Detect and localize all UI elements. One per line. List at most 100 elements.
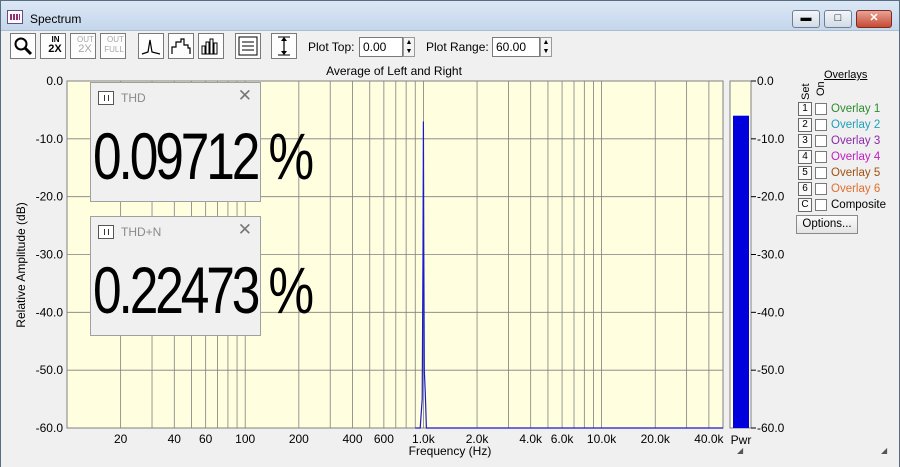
- overlay-row: C Composite: [796, 198, 900, 214]
- zoom-button[interactable]: [10, 33, 36, 59]
- panel-icon: [238, 36, 258, 56]
- overlay-label: Overlay 5: [831, 167, 881, 179]
- overlay-on-checkbox[interactable]: [815, 183, 827, 195]
- bar-plot-icon: [201, 38, 218, 55]
- overlay-on-checkbox[interactable]: [815, 135, 827, 147]
- plot-top-spinner[interactable]: ▲ ▼: [403, 37, 415, 57]
- x-tick-label: 20.0k: [641, 432, 671, 446]
- close-icon[interactable]: ✕: [238, 220, 252, 240]
- overlay-label: Overlay 2: [831, 119, 881, 131]
- meter-tick-label: -20.0: [757, 190, 785, 204]
- readout-value: 0.22473 %: [93, 253, 314, 327]
- power-meter-label: Pwr: [731, 433, 752, 447]
- step-plot-button[interactable]: [168, 33, 194, 59]
- title-bar[interactable]: Spectrum ▬ □ ✕: [1, 1, 899, 31]
- meter-tick-label: -30.0: [757, 248, 785, 262]
- zoom-out-2x-button[interactable]: OUT 2X: [70, 33, 96, 59]
- x-tick-label: 60: [199, 432, 213, 446]
- overlay-label: Overlay 3: [831, 135, 881, 147]
- power-meter-bar: [733, 115, 749, 428]
- thd-readout[interactable]: THD ✕ 0.09712 %: [90, 82, 314, 202]
- overlay-set-button[interactable]: 3: [798, 134, 812, 148]
- zoom-out-bottom: 2X: [78, 43, 92, 55]
- maximize-button[interactable]: □: [824, 10, 852, 28]
- overlay-row: 6 Overlay 6: [796, 182, 900, 198]
- overlay-row: 4 Overlay 4: [796, 150, 900, 166]
- overlay-set-button[interactable]: 1: [798, 102, 812, 116]
- y-axis-label: Relative Amplitude (dB): [14, 202, 28, 327]
- meter-tick-label: 0.0: [757, 74, 774, 88]
- pause-icon[interactable]: [98, 225, 114, 239]
- overlay-label: Composite: [831, 199, 886, 211]
- readout-title: THD+N: [121, 225, 162, 239]
- x-axis-label: Frequency (Hz): [409, 444, 492, 458]
- resize-grip-icon[interactable]: ◢: [737, 447, 745, 455]
- y-tick-label: -10.0: [36, 132, 64, 146]
- overlay-row: 3 Overlay 3: [796, 134, 900, 150]
- plot-top-input[interactable]: 0.00: [359, 37, 403, 57]
- overlay-on-checkbox[interactable]: [815, 151, 827, 163]
- toolbar: IN 2X OUT 2X OUT FULL Plot Top: 0.00 ▲ ▼…: [1, 32, 899, 62]
- on-column-label: On: [815, 81, 827, 96]
- meter-tick-label: -60.0: [757, 421, 785, 435]
- spectrum-window: Spectrum ▬ □ ✕ IN 2X OUT 2X OUT FULL Plo…: [0, 0, 900, 467]
- overlay-on-checkbox[interactable]: [815, 103, 827, 115]
- thdn-readout[interactable]: THD+N ✕ 0.22473 %: [90, 216, 314, 336]
- magnifier-icon: [14, 37, 33, 56]
- x-tick-label: 200: [289, 432, 309, 446]
- minimize-button[interactable]: ▬: [792, 10, 820, 28]
- overlay-set-button[interactable]: 2: [798, 118, 812, 132]
- overlay-set-button[interactable]: 6: [798, 182, 812, 196]
- pause-icon[interactable]: [98, 91, 114, 105]
- power-meter-ticks: 0.0 -10.0 -20.0 -30.0 -40.0 -50.0 -60.0: [751, 74, 785, 435]
- chart-area: Average of Left and Right 0.0 -10.0 -20.0 -…: [1, 63, 899, 467]
- zoom-in-bottom: 2X: [48, 43, 62, 55]
- x-tick-label: 600: [374, 432, 394, 446]
- y-tick-label: 0.0: [46, 74, 63, 88]
- overlay-set-button[interactable]: C: [798, 198, 812, 212]
- settings-panel-button[interactable]: [235, 33, 261, 59]
- overlay-label: Overlay 4: [831, 151, 881, 163]
- options-button[interactable]: Options...: [796, 215, 858, 234]
- set-column-label: Set: [800, 83, 812, 100]
- overlay-set-button[interactable]: 5: [798, 166, 812, 180]
- autoscale-button[interactable]: [271, 33, 297, 59]
- x-tick-label: 40.0k: [694, 432, 724, 446]
- overlay-on-checkbox[interactable]: [815, 199, 827, 211]
- readout-title: THD: [121, 91, 146, 105]
- zoom-out-full-button[interactable]: OUT FULL: [100, 33, 126, 59]
- overlay-row: 5 Overlay 5: [796, 166, 900, 182]
- x-tick-label: 20: [114, 432, 128, 446]
- chart-title: Average of Left and Right: [326, 64, 463, 78]
- y-tick-labels: 0.0 -10.0 -20.0 -30.0 -40.0 -50.0 -60.0: [36, 74, 64, 435]
- overlay-label: Overlay 6: [831, 183, 881, 195]
- window-title: Spectrum: [30, 12, 82, 26]
- bar-plot-button[interactable]: [198, 33, 224, 59]
- plot-range-spinner[interactable]: ▲ ▼: [540, 37, 552, 57]
- x-tick-label: 400: [342, 432, 362, 446]
- overlay-on-checkbox[interactable]: [815, 167, 827, 179]
- zoom-full-bottom: FULL: [104, 45, 124, 54]
- y-tick-label: -40.0: [36, 305, 64, 319]
- overlay-set-button[interactable]: 4: [798, 150, 812, 164]
- plot-top-label: Plot Top:: [308, 40, 355, 54]
- x-tick-label: 100: [235, 432, 255, 446]
- zoom-in-2x-button[interactable]: IN 2X: [40, 33, 66, 59]
- step-plot-icon: [171, 38, 191, 54]
- line-plot-button[interactable]: [138, 33, 164, 59]
- vertical-arrows-icon: [278, 36, 290, 56]
- x-tick-label: 40: [168, 432, 182, 446]
- meter-tick-label: -10.0: [757, 132, 785, 146]
- y-tick-label: -30.0: [36, 248, 64, 262]
- close-button[interactable]: ✕: [856, 10, 892, 28]
- y-tick-label: -20.0: [36, 190, 64, 204]
- overlay-on-checkbox[interactable]: [815, 119, 827, 131]
- meter-tick-label: -50.0: [757, 363, 785, 377]
- zoom-full-top: OUT: [107, 35, 124, 44]
- plot-range-input[interactable]: 60.00: [492, 37, 540, 57]
- overlays-header: Overlays: [824, 69, 868, 81]
- close-icon[interactable]: ✕: [238, 86, 252, 106]
- resize-grip-icon[interactable]: ◢: [881, 447, 889, 455]
- overlay-row: 2 Overlay 2: [796, 118, 900, 134]
- meter-tick-label: -40.0: [757, 305, 785, 319]
